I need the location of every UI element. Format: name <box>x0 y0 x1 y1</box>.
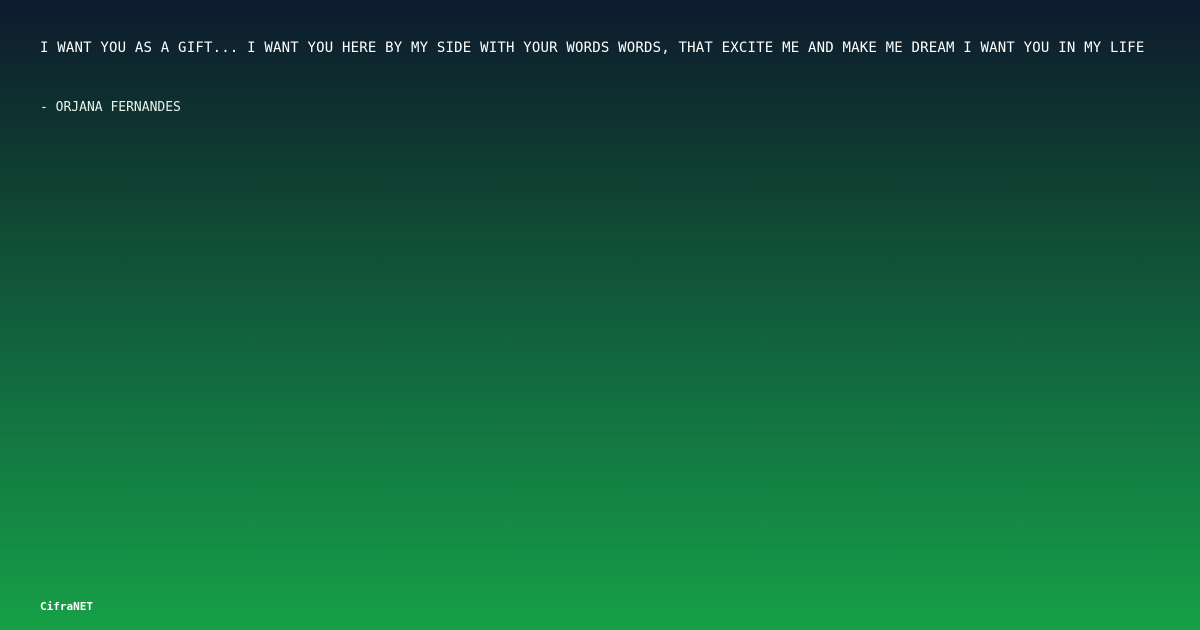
quote-card: { "quote": { "text": "I WANT YOU AS A GI… <box>0 0 1200 630</box>
quote-author: - ORJANA FERNANDES <box>40 100 181 115</box>
brand-logo-text: CifraNET <box>40 600 93 613</box>
quote-text: I WANT YOU AS A GIFT... I WANT YOU HERE … <box>40 40 1145 56</box>
